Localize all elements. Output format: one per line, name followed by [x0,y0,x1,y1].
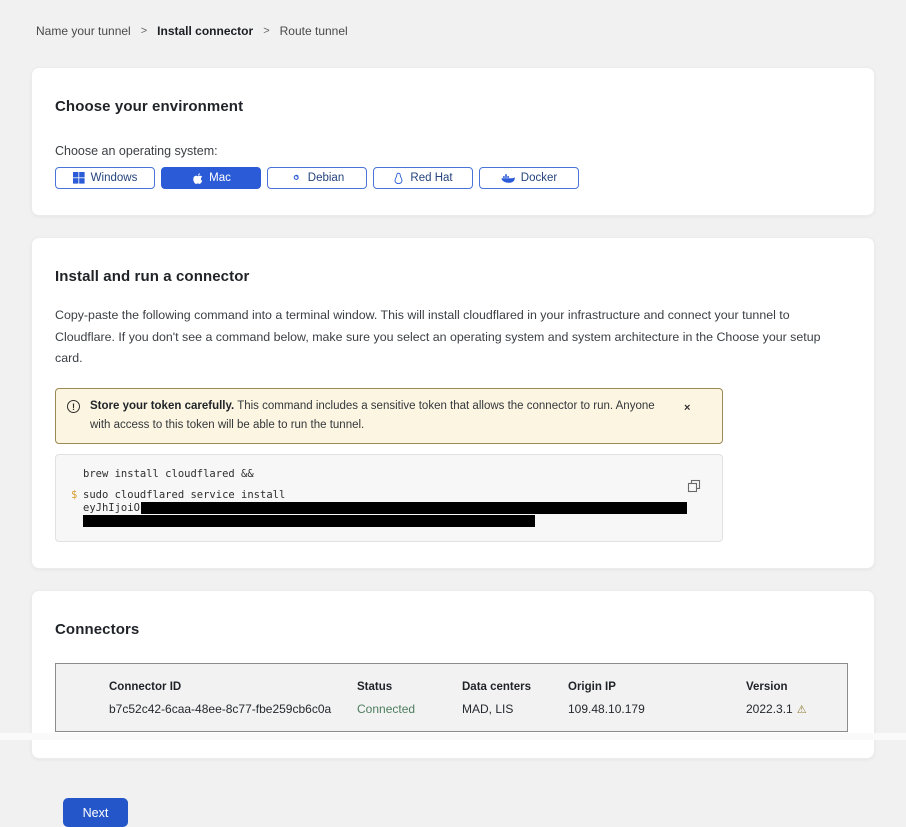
col-header-version: Version [746,681,837,693]
token-warning-text: Store your token carefully. This command… [90,397,670,435]
close-icon[interactable]: × [684,403,690,414]
os-button-label: Mac [209,172,231,184]
install-card-title: Install and run a connector [55,268,851,285]
os-button-redhat[interactable]: Red Hat [373,167,473,189]
table-row: b7c52c42-6caa-48ee-8c77-fbe259cb6c0a Con… [109,702,837,716]
redacted-token-bar [83,515,535,527]
os-button-docker[interactable]: Docker [479,167,579,189]
token-warning-bold: Store your token carefully. [90,400,234,412]
bottom-strip [0,733,906,740]
install-command-code-block: brew install cloudflared && $ sudo cloud… [55,454,723,542]
connectors-card-title: Connectors [55,621,851,638]
os-button-debian[interactable]: Debian [267,167,367,189]
code-line-2: $ sudo cloudflared service install [71,489,708,501]
code-token-line-2 [71,514,708,527]
token-prefix: eyJhIjoiO [83,502,140,514]
status-badge: Connected [357,702,462,716]
code-line-1: brew install cloudflared && [71,468,708,480]
col-header-status: Status [357,681,462,693]
connectors-table-header: Connector ID Status Data centers Origin … [109,681,837,693]
debian-icon [290,172,302,184]
os-button-label: Windows [91,172,138,184]
breadcrumb-route-tunnel[interactable]: Route tunnel [280,24,348,38]
prompt-spacer [71,514,83,527]
token-warning-banner: ! Store your token carefully. This comma… [55,388,723,444]
docker-icon [501,173,515,184]
breadcrumb-separator-icon: > [141,25,147,37]
os-button-windows[interactable]: Windows [55,167,155,189]
install-instructions: Copy-paste the following command into a … [55,305,850,370]
redacted-token-bar [141,502,687,514]
breadcrumb-install-connector[interactable]: Install connector [157,24,253,38]
windows-icon [73,172,85,184]
version-warning-icon: ⚠ [797,703,807,716]
prompt-spacer [71,468,83,480]
connector-id-value: b7c52c42-6caa-48ee-8c77-fbe259cb6c0a [109,702,357,716]
breadcrumb-separator-icon: > [263,25,269,37]
col-header-connector-id: Connector ID [109,681,357,693]
version-value: 2022.3.1⚠ [746,702,837,716]
os-button-label: Debian [308,172,344,184]
breadcrumb: Name your tunnel > Install connector > R… [0,0,906,38]
redhat-icon [393,172,404,185]
connectors-table: Connector ID Status Data centers Origin … [55,663,848,732]
copy-icon[interactable] [686,479,702,495]
os-button-mac[interactable]: Mac [161,167,261,189]
environment-card: Choose your environment Choose an operat… [31,67,875,216]
col-header-origin-ip: Origin IP [568,681,746,693]
os-button-group: Windows Mac Debian Red Hat [55,167,851,189]
col-header-data-centers: Data centers [462,681,568,693]
apple-icon [191,172,203,185]
install-card: Install and run a connector Copy-paste t… [31,237,875,569]
alert-circle-icon: ! [67,400,80,413]
next-button[interactable]: Next [63,798,128,827]
os-button-label: Docker [521,172,557,184]
os-select-label: Choose an operating system: [55,144,851,158]
code-token-line: eyJhIjoiO [71,501,708,514]
origin-ip-value: 109.48.10.179 [568,702,746,716]
shell-prompt: $ [71,489,83,501]
environment-card-title: Choose your environment [55,98,851,115]
os-button-label: Red Hat [410,172,452,184]
prompt-spacer [71,501,83,514]
breadcrumb-name-your-tunnel[interactable]: Name your tunnel [36,24,131,38]
data-centers-value: MAD, LIS [462,702,568,716]
